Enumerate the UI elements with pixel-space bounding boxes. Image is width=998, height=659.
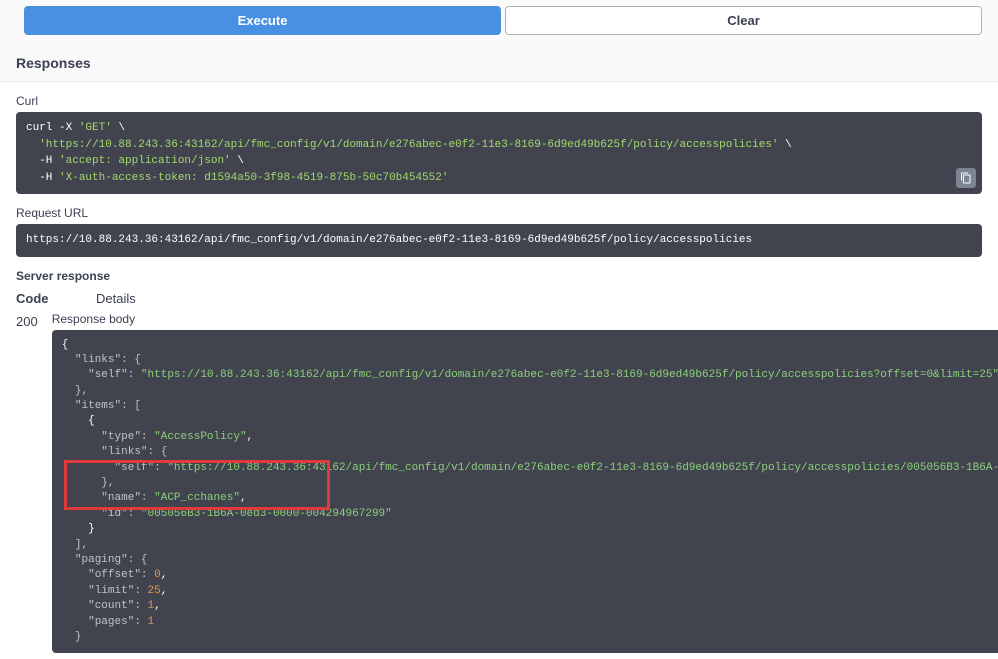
json-l10c: ,	[240, 492, 247, 504]
json-l17c: ,	[154, 600, 161, 612]
curl-bs1: \	[112, 122, 125, 134]
execute-button[interactable]: Execute	[24, 6, 501, 35]
json-l7: "links": {	[62, 446, 168, 458]
json-l16a: "limit":	[62, 585, 148, 597]
request-url-label: Request URL	[16, 206, 982, 220]
json-l13: ],	[62, 539, 88, 551]
curl-h2: -H	[39, 172, 59, 184]
curl-h1v: 'accept: application/json'	[59, 155, 231, 167]
curl-url: 'https://10.88.243.36:43162/api/fmc_conf…	[39, 139, 778, 151]
json-l1: "links": {	[62, 354, 141, 366]
json-l14: "paging": {	[62, 554, 148, 566]
json-l10a: "name":	[62, 492, 154, 504]
json-l5: {	[62, 415, 95, 427]
json-l15a: "offset":	[62, 569, 154, 581]
curl-h1: -H	[39, 155, 59, 167]
response-body-label: Response body	[52, 312, 998, 326]
server-response-label: Server response	[16, 269, 982, 283]
json-l2a: "self":	[62, 369, 141, 381]
curl-h2v: 'X-auth-access-token: d1594a50-3f98-4519…	[59, 172, 448, 184]
json-l6c: ,	[247, 431, 254, 443]
curl-bs3: \	[231, 155, 244, 167]
json-l17a: "count":	[62, 600, 148, 612]
request-url-value: https://10.88.243.36:43162/api/fmc_confi…	[26, 234, 752, 246]
json-l16b: 25	[148, 585, 161, 597]
curl-section: Curl curl -X 'GET' \ 'https://10.88.243.…	[0, 82, 998, 194]
response-json-pre: { "links": { "self": "https://10.88.243.…	[62, 338, 998, 646]
json-l0: {	[62, 339, 69, 351]
json-l15b: 0	[154, 569, 161, 581]
json-l15c: ,	[161, 569, 168, 581]
curl-bs2: \	[779, 139, 792, 151]
json-l6b: "AccessPolicy"	[154, 431, 246, 443]
json-l12: }	[62, 523, 95, 535]
details-heading: Details	[96, 291, 982, 306]
json-l6a: "type":	[62, 431, 154, 443]
json-l8b: "https://10.88.243.36:43162/api/fmc_conf…	[167, 462, 998, 474]
json-l19: }	[62, 631, 82, 643]
json-l16c: ,	[161, 585, 168, 597]
json-l4: "items": [	[62, 400, 141, 412]
curl-codebox: curl -X 'GET' \ 'https://10.88.243.36:43…	[16, 112, 982, 194]
curl-method: 'GET'	[79, 122, 112, 134]
response-body-col: Response body { "links": { "self": "http…	[52, 312, 998, 654]
status-code: 200	[16, 312, 38, 329]
request-url-section: Request URL https://10.88.243.36:43162/a…	[0, 194, 998, 257]
code-heading: Code	[16, 291, 64, 306]
json-l11a: "id":	[62, 508, 141, 520]
copy-icon[interactable]	[956, 168, 976, 188]
curl-cmd: curl -X	[26, 122, 79, 134]
api-response-panel: Execute Clear Responses Curl curl -X 'GE…	[0, 0, 998, 659]
json-l17b: 1	[148, 600, 155, 612]
response-body-row: 200 Response body { "links": { "self": "…	[0, 306, 998, 659]
json-l2b: "https://10.88.243.36:43162/api/fmc_conf…	[141, 369, 998, 381]
json-l18b: 1	[148, 616, 155, 628]
curl-label: Curl	[16, 94, 982, 108]
json-l10b: "ACP_cchanes"	[154, 492, 240, 504]
response-header-row: Code Details	[0, 287, 998, 306]
json-l11b: "005056B3-1B6A-0ed3-0000-004294967299"	[141, 508, 392, 520]
action-button-row: Execute Clear	[0, 0, 998, 41]
server-response-section: Server response	[0, 257, 998, 283]
response-json-box: { "links": { "self": "https://10.88.243.…	[52, 330, 998, 654]
json-l18a: "pages":	[62, 616, 148, 628]
clear-button[interactable]: Clear	[505, 6, 982, 35]
json-l8a: "self":	[62, 462, 168, 474]
request-url-codebox: https://10.88.243.36:43162/api/fmc_confi…	[16, 224, 982, 257]
responses-heading: Responses	[0, 41, 998, 82]
json-l9: },	[62, 477, 115, 489]
json-l3: },	[62, 385, 88, 397]
